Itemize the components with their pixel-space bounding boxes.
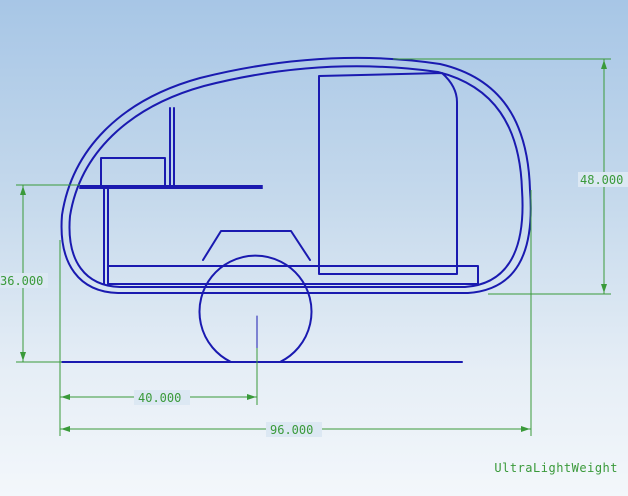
dimension-length-total: 96.000 (270, 423, 313, 437)
inner-shell (68, 65, 524, 288)
brand-label: UltraLightWeight (494, 461, 618, 475)
wheel (198, 254, 313, 363)
trailer-drawing: 48.000 36.000 40.000 96.000 (0, 56, 628, 437)
cabinet (100, 157, 166, 187)
dimension-height-floor: 36.000 (0, 274, 43, 288)
dimension-axle-offset: 40.000 (138, 391, 181, 405)
door (318, 72, 458, 275)
dimension-height-total: 48.000 (580, 173, 623, 187)
outer-shell (60, 56, 532, 294)
